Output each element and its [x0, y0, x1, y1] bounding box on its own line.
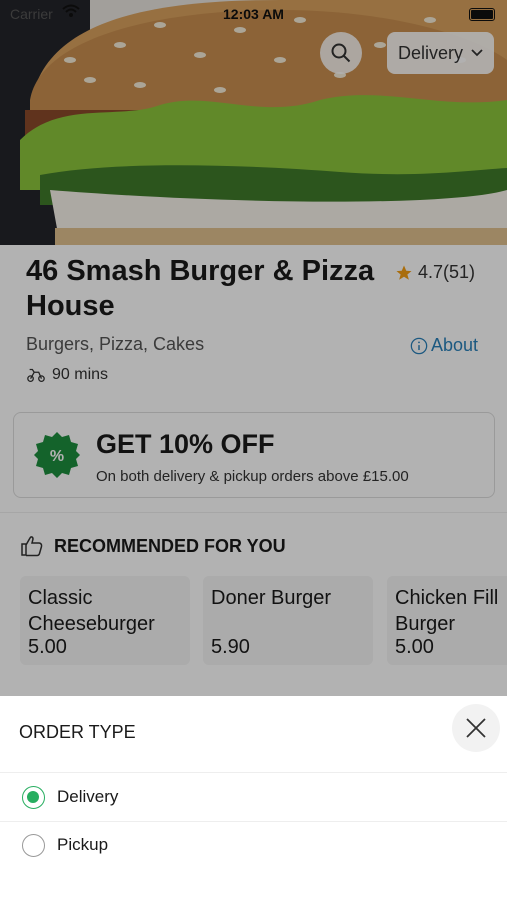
radio-delivery[interactable]	[22, 785, 45, 809]
order-option-pickup[interactable]: Pickup	[0, 821, 507, 869]
radio-pickup[interactable]	[22, 833, 45, 857]
modal-backdrop[interactable]	[0, 0, 507, 696]
sheet-title: ORDER TYPE	[19, 722, 136, 742]
close-button[interactable]	[452, 704, 500, 752]
option-label: Pickup	[57, 835, 109, 854]
option-label: Delivery	[57, 787, 119, 806]
close-icon	[466, 718, 486, 738]
order-option-delivery[interactable]: Delivery	[0, 772, 507, 822]
